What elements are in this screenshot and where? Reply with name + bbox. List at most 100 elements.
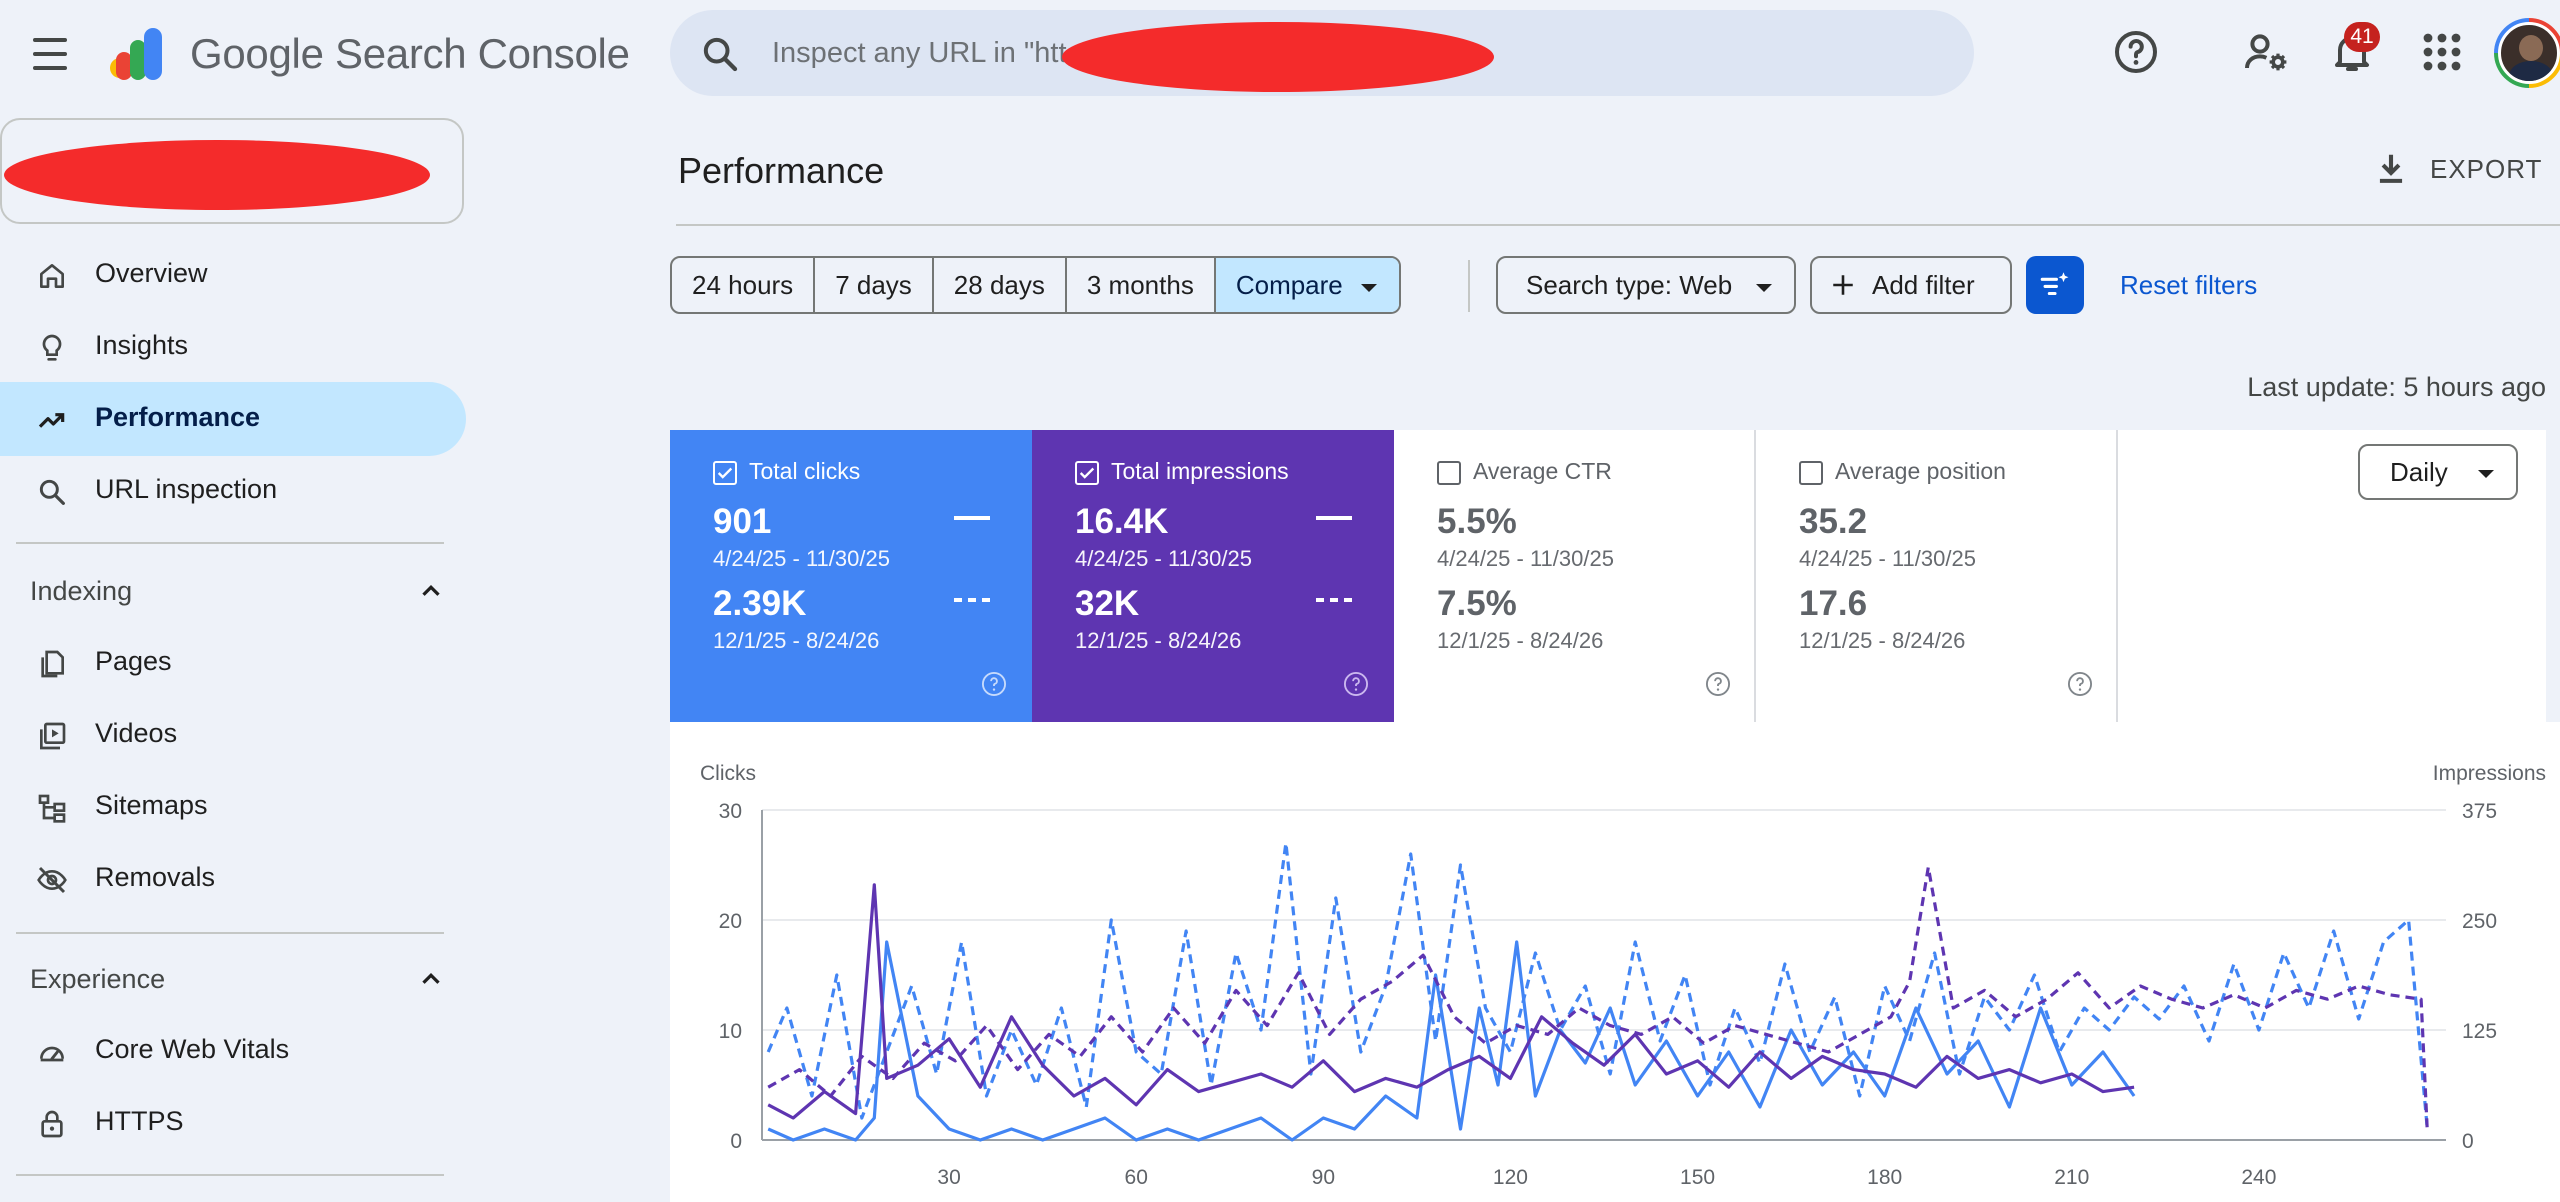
chevron-up-icon — [422, 584, 440, 596]
filter-sparkle-icon — [2040, 272, 2069, 296]
y-axis-title-right: Impressions — [2433, 762, 2546, 785]
help-circle-icon[interactable] — [1704, 670, 1732, 698]
sitemap-icon — [38, 794, 66, 823]
reset-filters-link[interactable]: Reset filters — [2120, 270, 2257, 301]
range-compare-dropdown[interactable]: Compare — [1215, 258, 1399, 312]
metric-card-total-impressions[interactable]: Total impressions 16.4K 4/24/25 - 11/30/… — [1032, 430, 1394, 722]
sidebar-item-https[interactable]: HTTPS — [0, 1086, 466, 1160]
range-24-hours[interactable]: 24 hours — [672, 258, 816, 312]
checkbox-unchecked[interactable] — [1437, 461, 1461, 485]
sidebar-item-core-web-vitals[interactable]: Core Web Vitals — [0, 1014, 466, 1088]
main-menu-icon[interactable] — [30, 34, 70, 74]
search-type-dropdown[interactable]: Search type: Web — [1496, 256, 1796, 314]
apps-grid-icon[interactable] — [2418, 28, 2466, 76]
property-selector[interactable] — [0, 118, 464, 224]
sidebar-item-insights[interactable]: Insights — [0, 310, 466, 384]
search-console-logo — [110, 28, 162, 80]
sidebar-item-label: Removals — [95, 862, 216, 892]
y-tick-label-right: 125 — [2462, 1020, 2497, 1043]
x-tick-label: 240 — [2241, 1166, 2276, 1189]
date-range-selector: 24 hours 7 days 28 days 3 months Compare — [670, 256, 1401, 314]
series-line-1 — [766, 841, 2429, 1130]
metric-value-period-1: 35.2 — [1799, 502, 1868, 541]
checkbox-checked[interactable] — [713, 461, 737, 485]
redaction-mark — [1062, 22, 1494, 92]
y-tick-label-left: 20 — [719, 910, 742, 933]
smart-filter-button[interactable] — [2026, 256, 2084, 314]
metric-range-period-2: 12/1/25 - 8/24/26 — [713, 628, 880, 653]
y-axis-title-left: Clicks — [700, 762, 756, 785]
metric-range-period-1: 4/24/25 - 11/30/25 — [1075, 546, 1252, 571]
sidebar-item-label: Performance — [95, 402, 261, 432]
eye-off-icon — [37, 866, 67, 894]
help-circle-icon[interactable] — [980, 670, 1008, 698]
sidebar-divider — [16, 932, 444, 934]
sidebar-item-performance[interactable]: Performance — [0, 382, 466, 456]
dashed-line-legend — [954, 598, 990, 602]
x-tick-label: 210 — [2054, 1166, 2089, 1189]
sidebar-item-sitemaps[interactable]: Sitemaps — [0, 770, 466, 844]
search-icon — [39, 479, 65, 505]
metric-value-period-1: 5.5% — [1437, 502, 1517, 541]
sidebar-item-label: HTTPS — [95, 1106, 184, 1136]
redaction-mark — [4, 140, 430, 210]
x-tick-label: 30 — [937, 1166, 960, 1189]
search-icon — [703, 37, 738, 72]
download-icon — [2379, 154, 2403, 183]
x-tick-label: 90 — [1312, 1166, 1335, 1189]
metric-label: Average position — [1835, 458, 2006, 484]
help-circle-icon[interactable] — [1342, 670, 1370, 698]
y-tick-label-right: 375 — [2462, 800, 2497, 823]
section-experience-toggle[interactable]: Experience — [0, 944, 466, 1014]
add-filter-button[interactable]: Add filter — [1810, 256, 2012, 314]
range-3-months[interactable]: 3 months — [1067, 258, 1216, 312]
chevron-up-icon — [422, 972, 440, 984]
metric-label: Average CTR — [1473, 458, 1612, 484]
help-icon[interactable] — [2112, 28, 2160, 76]
sidebar-item-removals[interactable]: Removals — [0, 842, 466, 916]
sidebar-item-label: Insights — [95, 330, 189, 360]
metric-value-period-2: 17.6 — [1799, 584, 1868, 623]
video-icon — [40, 722, 66, 750]
filter-separator — [1468, 260, 1470, 312]
pages-icon — [41, 650, 64, 678]
metric-card-total-clicks[interactable]: Total clicks 901 4/24/25 - 11/30/25 2.39… — [670, 430, 1032, 722]
section-title: Experience — [30, 964, 166, 994]
x-tick-label: 180 — [1867, 1166, 1902, 1189]
checkbox-checked[interactable] — [1075, 461, 1099, 485]
x-tick-label: 120 — [1493, 1166, 1528, 1189]
x-tick-label: 150 — [1680, 1166, 1715, 1189]
metric-range-period-1: 4/24/25 - 11/30/25 — [713, 546, 890, 571]
header-divider — [676, 224, 2560, 226]
y-tick-label-left: 0 — [730, 1130, 742, 1153]
metric-label: Total impressions — [1111, 458, 1289, 484]
metric-card-average-position[interactable]: Average position 35.2 4/24/25 - 11/30/25… — [1756, 430, 2118, 722]
help-circle-icon[interactable] — [2066, 670, 2094, 698]
dashed-line-legend — [1316, 598, 1352, 602]
sidebar-item-overview[interactable]: Overview — [0, 238, 466, 312]
sidebar-item-videos[interactable]: Videos — [0, 698, 466, 772]
sidebar-item-label: Sitemaps — [95, 790, 208, 820]
range-28-days[interactable]: 28 days — [934, 258, 1067, 312]
section-indexing-toggle[interactable]: Indexing — [0, 556, 466, 626]
manage-users-icon[interactable] — [2242, 28, 2290, 76]
metric-value-period-2: 7.5% — [1437, 584, 1517, 623]
sidebar-item-label: Overview — [95, 258, 208, 288]
export-button[interactable]: EXPORT — [2372, 144, 2542, 194]
sidebar-divider — [16, 1174, 444, 1176]
account-avatar[interactable] — [2494, 18, 2560, 88]
last-update-text: Last update: 5 hours ago — [2247, 372, 2546, 402]
performance-chart: 30 375 20 250 10 125 0 0 Clicks Impressions 30 60 90… — [670, 722, 2560, 1202]
sidebar-item-pages[interactable]: Pages — [0, 626, 466, 700]
metric-card-average-ctr[interactable]: Average CTR 5.5% 4/24/25 - 11/30/25 7.5%… — [1394, 430, 1756, 722]
y-tick-label-right: 250 — [2462, 910, 2497, 933]
sidebar-item-url-inspection[interactable]: URL inspection — [0, 454, 466, 528]
sidebar-item-label: Pages — [95, 646, 172, 676]
sidebar-divider — [16, 542, 444, 544]
checkbox-unchecked[interactable] — [1799, 461, 1823, 485]
range-7-days[interactable]: 7 days — [815, 258, 934, 312]
granularity-dropdown[interactable]: Daily — [2358, 444, 2518, 500]
metric-value-period-1: 901 — [713, 502, 772, 541]
app-title: Google Search Console — [190, 30, 630, 77]
metric-value-period-1: 16.4K — [1075, 502, 1169, 541]
